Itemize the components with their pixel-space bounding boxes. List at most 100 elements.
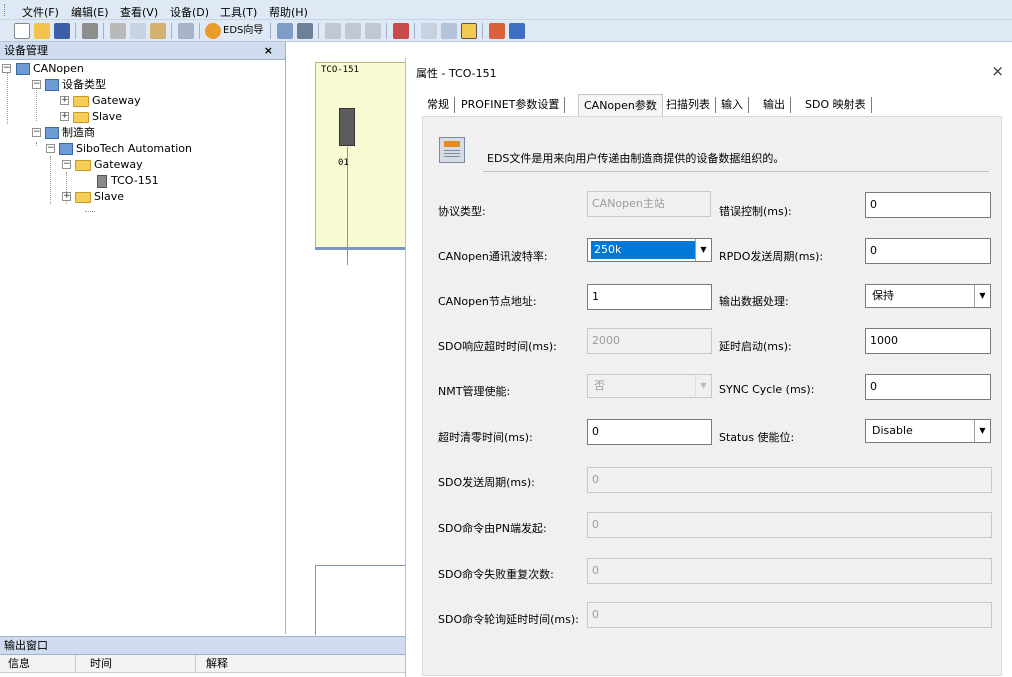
- tab-input[interactable]: 输入: [716, 94, 749, 116]
- delete-icon[interactable]: [393, 23, 409, 39]
- device-card-title: TCO-151: [321, 65, 359, 75]
- network-remove-icon[interactable]: [365, 23, 381, 39]
- tab-canopen[interactable]: CANopen参数: [578, 94, 663, 116]
- chevron-down-icon[interactable]: ▼: [974, 420, 990, 442]
- tab-output[interactable]: 输出: [758, 94, 791, 116]
- collapse-icon[interactable]: −: [32, 128, 41, 137]
- folder-icon: [73, 95, 89, 107]
- layout-icon[interactable]: [441, 23, 457, 39]
- menu-bar: 文件(F) 编辑(E) 查看(V) 设备(D) 工具(T) 帮助(H): [0, 0, 1012, 20]
- sync-cycle-label: SYNC Cycle (ms):: [719, 383, 815, 396]
- device-card[interactable]: TCO-151 01: [315, 62, 407, 265]
- bus-line: [315, 247, 407, 250]
- tree-item-label: Slave: [94, 190, 125, 203]
- column-time[interactable]: 时间: [86, 655, 196, 673]
- error-control-field[interactable]: 0: [865, 192, 991, 218]
- delay-start-field[interactable]: 1000: [865, 328, 991, 354]
- dialog-title: 属性 - TCO-151: [416, 67, 497, 80]
- output-window-title: 输出窗口: [0, 637, 405, 655]
- expand-icon[interactable]: +: [60, 112, 69, 121]
- find-icon[interactable]: [297, 23, 313, 39]
- output-handling-value: 保持: [872, 289, 894, 302]
- sdo-send-cycle-label: SDO发送周期(ms):: [438, 476, 535, 489]
- properties-icon[interactable]: [178, 23, 194, 39]
- tab-separator: [748, 97, 749, 113]
- divider: [483, 171, 989, 172]
- column-explanation[interactable]: 解释: [202, 655, 402, 673]
- collapse-icon[interactable]: −: [2, 64, 11, 73]
- network-canvas[interactable]: TCO-151 01: [287, 42, 407, 634]
- sync-cycle-field[interactable]: 0: [865, 374, 991, 400]
- print-icon[interactable]: [82, 23, 98, 39]
- network-add-icon[interactable]: [325, 23, 341, 39]
- eds-wizard-button[interactable]: EDS向导: [205, 23, 263, 39]
- menu-tools[interactable]: 工具(T): [220, 4, 257, 20]
- network-config-icon[interactable]: [345, 23, 361, 39]
- menu-help[interactable]: 帮助(H): [269, 4, 308, 20]
- output-handling-select[interactable]: 保持 ▼: [865, 284, 991, 308]
- tree-item-manufacturer[interactable]: − 制造商: [32, 125, 95, 141]
- tree-item-device[interactable]: TCO-151: [97, 173, 159, 189]
- scan-icon[interactable]: [277, 23, 293, 39]
- device-panel: 设备管理 × − CANopen − 设备类型 + Gateway + Slav…: [0, 42, 286, 634]
- status-enable-label: Status 使能位:: [719, 431, 795, 444]
- device-module-icon: [339, 108, 355, 146]
- dialog-close-button[interactable]: ×: [991, 62, 1004, 80]
- save-icon[interactable]: [54, 23, 70, 39]
- menu-file[interactable]: 文件(F): [22, 4, 59, 20]
- timeout-clear-field[interactable]: 0: [587, 419, 712, 445]
- cut-icon[interactable]: [110, 23, 126, 39]
- tab-profinet[interactable]: PROFINET参数设置: [456, 94, 566, 116]
- column-info[interactable]: 信息: [4, 655, 76, 673]
- tab-separator: [870, 97, 872, 113]
- eds-wizard-icon: [205, 23, 221, 39]
- collapse-icon[interactable]: −: [32, 80, 41, 89]
- paste-icon[interactable]: [150, 23, 166, 39]
- panel-toggle-icon[interactable]: [461, 23, 477, 39]
- tree-item-canopen[interactable]: − CANopen: [2, 61, 84, 77]
- toolbar: EDS向导: [0, 20, 1012, 42]
- new-file-icon[interactable]: [14, 23, 30, 39]
- device-panel-close-button[interactable]: ×: [264, 42, 273, 59]
- tree-item-vendor-gateway[interactable]: − Gateway: [62, 157, 143, 173]
- open-folder-icon[interactable]: [34, 23, 50, 39]
- tab-label: 输入: [721, 98, 743, 111]
- tree-line: [85, 211, 95, 212]
- node-address-field[interactable]: 1: [587, 284, 712, 310]
- monitor-icon[interactable]: [421, 23, 437, 39]
- tree-item-vendor-slave[interactable]: + Slave: [62, 189, 124, 205]
- tab-separator: [564, 97, 566, 113]
- tree-item-slave[interactable]: + Slave: [60, 109, 122, 125]
- copy-icon[interactable]: [130, 23, 146, 39]
- expand-icon[interactable]: +: [60, 96, 69, 105]
- collapse-icon[interactable]: −: [62, 160, 71, 169]
- toolbar-separator: [414, 23, 415, 39]
- tree-item-device-types[interactable]: − 设备类型: [32, 77, 106, 93]
- protocol-type-label: 协议类型:: [438, 205, 486, 218]
- expand-icon[interactable]: +: [62, 192, 71, 201]
- baudrate-select[interactable]: 250k ▼: [587, 238, 712, 262]
- baudrate-label: CANopen通讯波特率:: [438, 250, 548, 263]
- menu-view[interactable]: 查看(V): [120, 4, 158, 20]
- tab-scan-list[interactable]: 扫描列表: [661, 94, 716, 116]
- menu-device[interactable]: 设备(D): [170, 4, 209, 20]
- upload-icon[interactable]: [509, 23, 525, 39]
- download-icon[interactable]: [489, 23, 505, 39]
- canopen-params-pane: EDS文件是用来向用户传递由制造商提供的设备数据组织的。 协议类型: CANop…: [422, 116, 1002, 676]
- tab-separator: [790, 97, 791, 113]
- folder-icon: [75, 191, 91, 203]
- rpdo-cycle-field[interactable]: 0: [865, 238, 991, 264]
- rpdo-cycle-label: RPDO发送周期(ms):: [719, 250, 824, 263]
- tab-general[interactable]: 常规: [422, 94, 455, 116]
- eds-file-icon: [439, 137, 465, 163]
- tree-item-gateway[interactable]: + Gateway: [60, 93, 141, 109]
- collapse-icon[interactable]: −: [46, 144, 55, 153]
- chevron-down-icon[interactable]: ▼: [695, 239, 711, 261]
- sdo-timeout-label: SDO响应超时时间(ms):: [438, 340, 557, 353]
- chevron-down-icon[interactable]: ▼: [974, 285, 990, 307]
- output-handling-label: 输出数据处理:: [719, 295, 789, 308]
- tab-sdo-mapping[interactable]: SDO 映射表: [800, 94, 872, 116]
- menu-edit[interactable]: 编辑(E): [71, 4, 109, 20]
- status-enable-select[interactable]: Disable ▼: [865, 419, 991, 443]
- tree-item-vendor[interactable]: − SiboTech Automation: [46, 141, 192, 157]
